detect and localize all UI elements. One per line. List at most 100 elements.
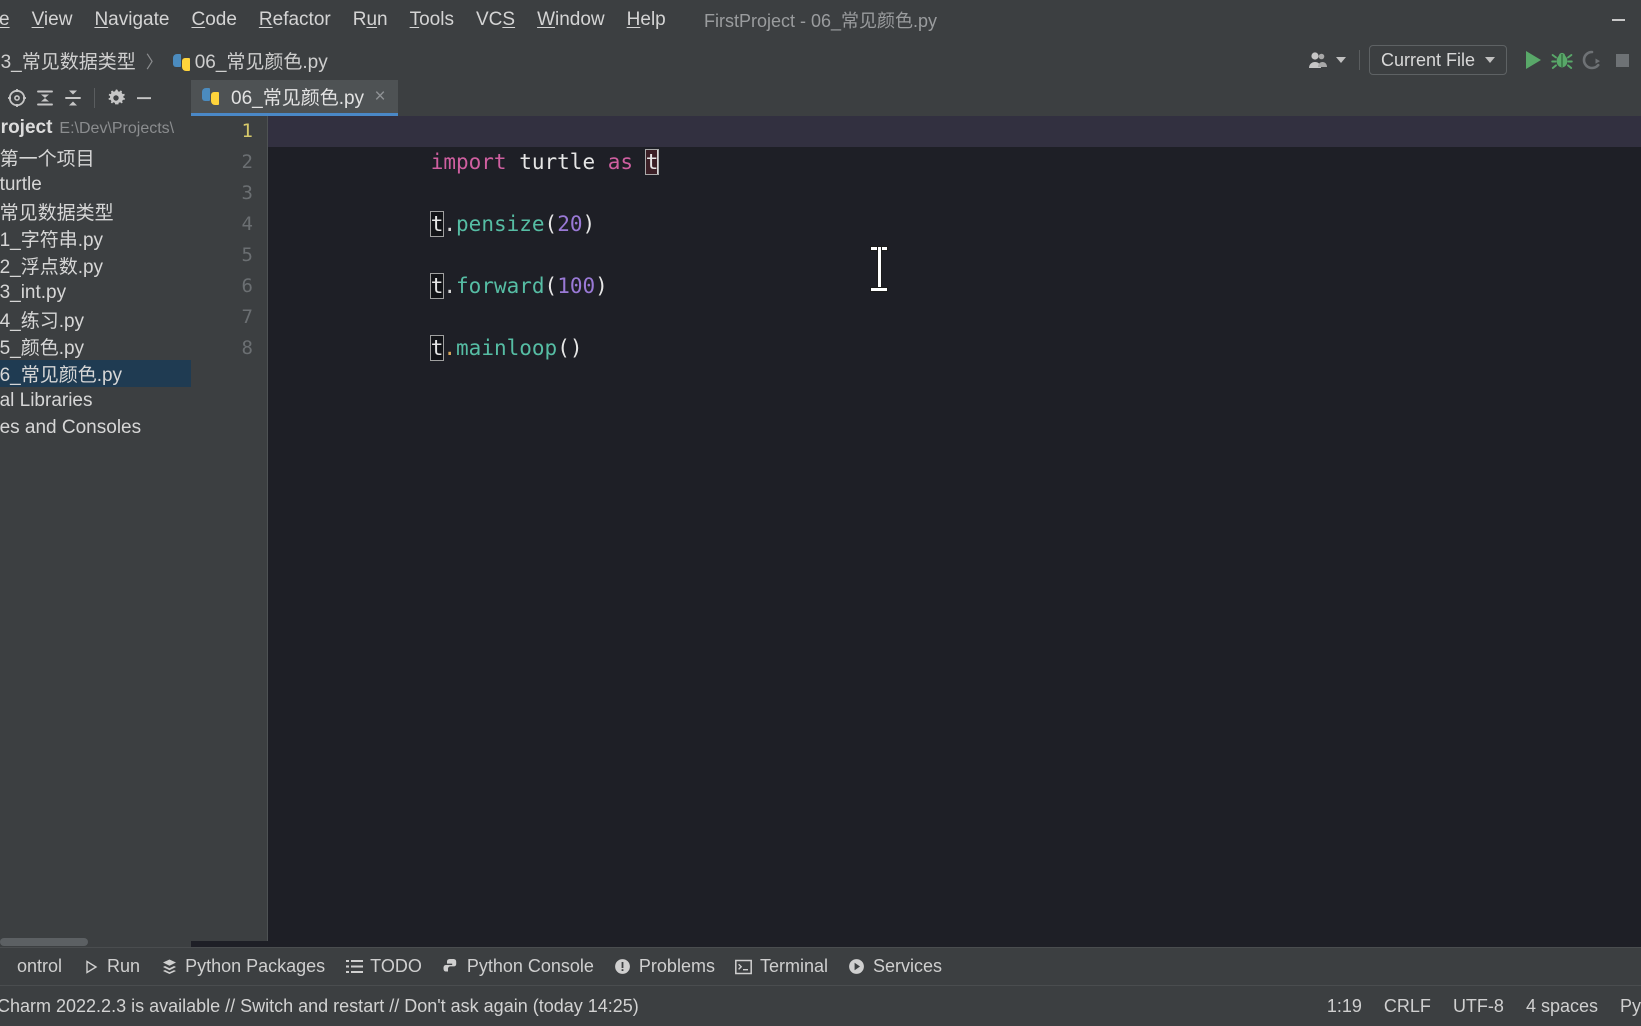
python-file-icon [172,53,190,71]
tree-item-label: _常见数据类型 [0,203,114,224]
menu-bar: e View Navigate Code Refactor Run Tools … [0,0,1641,40]
tree-item-common-datatypes[interactable]: _常见数据类型 [0,198,191,225]
menu-item-code[interactable]: Code [180,5,247,35]
line-separator-indicator[interactable]: CRLF [1373,992,1442,1021]
menu-item-tools[interactable]: Tools [399,5,465,35]
user-account-button[interactable] [1304,45,1350,75]
tree-item-label: _第一个项目 [0,149,95,170]
menu-item-window[interactable]: Window [526,5,616,35]
expand-all-icon[interactable] [32,85,58,111]
play-triangle-icon [1526,51,1541,69]
tree-item-label: 03_int.py [0,281,67,303]
tree-item-label: hes and Consoles [0,416,142,438]
warning-icon [614,958,632,976]
tool-button-terminal[interactable]: Terminal [725,953,838,981]
menu-item-label: R [352,9,367,30]
tool-button-todo[interactable]: TODO [335,953,432,981]
coverage-icon [1582,50,1600,70]
token-keyword-as: as [607,150,634,174]
tree-item-scratches-and-consoles[interactable]: hes and Consoles [0,414,191,441]
minimize-button[interactable] [1595,0,1641,40]
breadcrumb-folder-label: 03_常见数据类型 [0,51,136,73]
select-opened-file-icon[interactable] [4,85,30,111]
tree-item-label: nal Libraries [0,389,93,411]
tool-button-label: Terminal [759,956,828,976]
menu-mnemonic-h: H [626,9,641,30]
hide-panel-icon[interactable] [131,85,157,111]
tool-button-python-packages[interactable]: Python Packages [150,953,335,981]
menu-item-run[interactable]: Run [342,5,399,35]
status-message[interactable]: yCharm 2022.2.3 is available // Switch a… [0,996,639,1017]
tree-item-first-project[interactable]: _第一个项目 [0,144,191,171]
menu-item-navigate[interactable]: Navigate [83,5,180,35]
indent-indicator[interactable]: 4 spaces [1515,992,1609,1021]
editor-gutter[interactable]: 1 2 3 4 5 6 7 8 [191,116,268,941]
interpreter-indicator[interactable]: Py [1609,992,1641,1021]
menu-item-help[interactable]: Help [616,5,677,35]
breadcrumb-file[interactable]: 06_常见颜色.py [169,45,332,76]
token-identifier-t: t [429,335,445,361]
collapse-all-icon[interactable] [60,85,86,111]
caret-position-indicator[interactable]: 1:19 [1316,992,1373,1021]
tree-item-05-color[interactable]: 05_颜色.py [0,333,191,360]
services-icon [848,958,866,976]
menu-mnemonic-u: u [366,9,378,30]
tree-item-label: 01_字符串.py [0,230,104,251]
tree-item-04-exercise[interactable]: 04_练习.py [0,306,191,333]
code-line-1[interactable]: import turtle as t [268,116,1641,175]
project-panel-header: Project E:\Dev\Projects\ [0,116,191,144]
menu-item-label: ools [419,9,454,30]
close-icon[interactable]: × [371,86,389,108]
stop-button[interactable] [1607,45,1637,75]
code-editor[interactable]: 1 2 3 4 5 6 7 8 import turtle as t ​ [191,116,1641,941]
code-content[interactable]: import turtle as t ​ t.pensize(20) ​ t.f… [268,116,1641,941]
tool-button-problems[interactable]: Problems [604,953,725,981]
tool-button-python-console[interactable]: Python Console [432,953,604,981]
code-line-3[interactable]: t.pensize(20) [268,178,1641,237]
tree-item-03-int[interactable]: 03_int.py [0,279,191,306]
play-triangle-icon [82,958,100,976]
encoding-indicator[interactable]: UTF-8 [1442,992,1515,1021]
code-line-5[interactable]: t.forward(100) [268,240,1641,299]
chevron-down-icon [1485,57,1495,63]
token-paren-close: ) [569,336,583,360]
project-tool-window: Project E:\Dev\Projects\ _第一个项目 _turtle … [0,80,191,947]
tree-item-02-float[interactable]: 02_浮点数.py [0,252,191,279]
menu-item-refactor[interactable]: Refactor [248,5,342,35]
run-configuration-selector[interactable]: Current File [1368,45,1507,75]
tree-item-turtle[interactable]: _turtle [0,171,191,198]
run-with-coverage-button[interactable] [1577,45,1607,75]
code-line-7[interactable]: t.mainloop() [268,302,1641,361]
status-bar: yCharm 2022.2.3 is available // Switch a… [0,985,1641,1026]
stop-square-icon [1615,53,1629,67]
tree-item-01-string[interactable]: 01_字符串.py [0,225,191,252]
tree-item-external-libraries[interactable]: nal Libraries [0,387,191,414]
menu-item-vcs[interactable]: VCS [465,5,526,35]
line-number: 6 [241,275,253,297]
tool-button-run[interactable]: Run [72,953,150,981]
version-control-icon [0,958,10,976]
token-dot: . [443,212,457,236]
line-number: 8 [241,337,253,359]
bug-icon [1551,52,1573,69]
main-content: Project E:\Dev\Projects\ _第一个项目 _turtle … [0,80,1641,947]
menu-item-label: ode [205,9,237,30]
tree-item-06-common-colors[interactable]: 06_常见颜色.py [0,360,191,387]
menu-item-view[interactable]: View [21,5,84,35]
python-console-icon [442,958,460,976]
tree-item-label: _turtle [0,173,42,195]
run-button[interactable] [1517,45,1547,75]
project-horizontal-scrollbar[interactable] [0,936,191,947]
tool-button-version-control[interactable]: ontrol [0,953,72,981]
token-dot: . [443,274,457,298]
chevron-down-icon [1335,57,1346,63]
settings-gear-icon[interactable] [103,85,129,111]
breadcrumb-folder[interactable]: 03_常见数据类型 [0,45,140,76]
menu-item-file-clipped[interactable]: e [0,5,21,35]
editor-tab-06-common-colors[interactable]: 06_常见颜色.py × [191,80,399,116]
project-path: E:\Dev\Projects\ [59,120,175,137]
scrollbar-thumb[interactable] [0,938,88,946]
tool-button-services[interactable]: Services [838,953,952,981]
debug-button[interactable] [1547,45,1577,75]
line-number: 7 [241,306,253,328]
